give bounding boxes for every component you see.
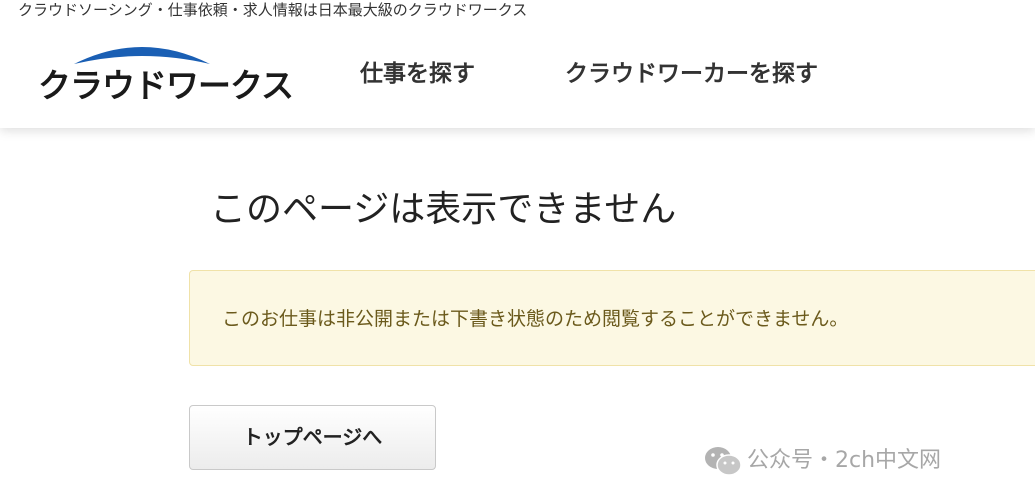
notice-message: このお仕事は非公開または下書き状態のため閲覧することができません。 — [222, 308, 849, 330]
logo-wordmark: クラウドワークス — [38, 66, 294, 105]
top-page-button[interactable]: トップページへ — [189, 405, 436, 470]
nav-find-workers[interactable]: クラウドワーカーを探す — [565, 57, 818, 91]
wechat-icon — [703, 445, 743, 481]
page-title: このページは表示できません — [210, 189, 677, 230]
notice-alert: このお仕事は非公開または下書き状態のため閲覧することができません。 — [189, 270, 1035, 366]
logo-arc-icon — [74, 47, 210, 64]
site-tagline: クラウドソーシング・仕事依頼・求人情報は日本最大級のクラウドワークス — [18, 1, 528, 19]
site-logo[interactable]: クラウドワークス — [38, 40, 294, 110]
nav-find-jobs[interactable]: 仕事を探す — [360, 57, 475, 91]
watermark-text: 公众号・2ch中文网 — [747, 448, 942, 473]
site-header: クラウドソーシング・仕事依頼・求人情報は日本最大級のクラウドワークス クラウドワ… — [0, 0, 1035, 128]
